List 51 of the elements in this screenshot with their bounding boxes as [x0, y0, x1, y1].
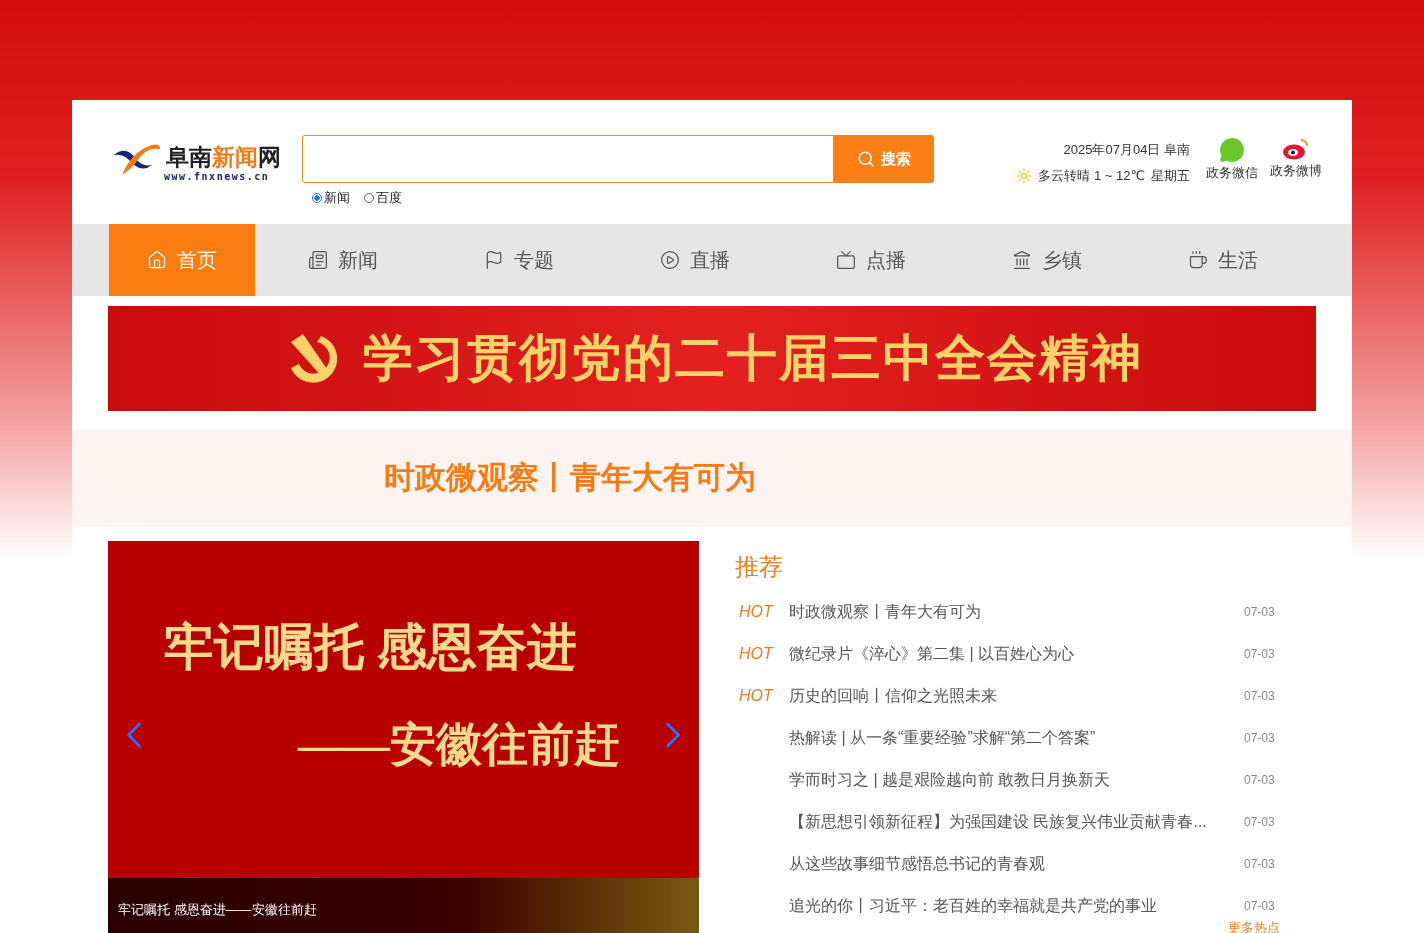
hot-label: HOT — [738, 645, 775, 663]
news-link[interactable]: 追光的你丨习近平：老百姓的幸福就是共产党的事业 — [789, 895, 1244, 917]
weekday-text: 星期五 — [1151, 167, 1190, 185]
news-date: 07-03 — [1244, 731, 1276, 745]
sun-icon — [1016, 168, 1033, 184]
nav-tab[interactable]: 乡镇 — [959, 224, 1135, 296]
news-link[interactable]: 历史的回响丨信仰之光照未来 — [789, 685, 1244, 707]
search-field[interactable] — [302, 135, 834, 183]
social-link[interactable]: 政务微博 — [1270, 137, 1322, 182]
play-icon — [660, 250, 680, 270]
news-date: 07-03 — [1244, 605, 1276, 619]
hot-label: HOT — [738, 687, 775, 705]
news-date: 07-03 — [1244, 689, 1276, 703]
home-icon — [147, 250, 167, 270]
flag-icon — [484, 250, 504, 270]
weather-text: 多云转晴 1 ~ 12℃ — [1038, 167, 1145, 185]
news-link[interactable]: 从这些故事细节感悟总书记的青春观 — [789, 853, 1244, 875]
date-location: 2025年07月04日 阜南 — [1063, 141, 1190, 159]
site-logo-text: 阜南新闻网 — [166, 142, 281, 172]
newspaper-icon — [308, 250, 328, 270]
slide-title-line: 牢记嘱托 感恩奋进 — [164, 618, 577, 677]
hot-label: HOT — [738, 603, 775, 621]
news-link[interactable]: 时政微观察丨青年大有可为 — [789, 601, 1244, 623]
news-link[interactable]: 学而时习之 | 越是艰险越向前 敢教日月换新天 — [789, 769, 1244, 791]
news-link[interactable]: 微纪录片《淬心》第二集 | 以百姓心为心 — [789, 643, 1244, 665]
cup-icon — [1188, 250, 1208, 270]
news-date: 07-03 — [1244, 857, 1276, 871]
slide-caption: 牢记嘱托 感恩奋进——安徽往前赶 — [118, 900, 317, 919]
nav-tab[interactable]: 专题 — [431, 224, 607, 296]
news-link[interactable]: 【新思想引领新征程】为强国建设 民族复兴伟业贡献青春... — [789, 811, 1244, 833]
headline-text: 时政微观察丨青年大有可为 — [384, 459, 756, 497]
nav-tab[interactable]: 新闻 — [255, 224, 431, 296]
news-date: 07-03 — [1244, 773, 1276, 787]
news-date: 07-03 — [1244, 899, 1276, 913]
chat-bubbles-icon — [1219, 137, 1245, 163]
news-date: 07-03 — [1244, 647, 1276, 661]
search-source-radio[interactable]: 百度 — [364, 189, 402, 207]
building-icon — [1012, 250, 1032, 270]
search-icon — [857, 150, 875, 168]
search-source-radio[interactable]: 新闻 — [312, 189, 350, 207]
social-link[interactable]: 政务微信 — [1206, 137, 1258, 182]
slide-title-line: ——安徽往前赶 — [298, 718, 620, 772]
site-url: www.fnxnews.cn — [164, 171, 271, 182]
section-title: 推荐 — [735, 552, 784, 582]
news-date: 07-03 — [1244, 815, 1276, 829]
tv-icon — [836, 250, 856, 270]
nav-tab[interactable]: 直播 — [607, 224, 783, 296]
nav-tab[interactable]: 生活 — [1135, 224, 1311, 296]
news-link[interactable]: 热解读 | 从一条“重要经验”求解“第二个答案” — [789, 727, 1244, 749]
nav-tab[interactable]: 点播 — [783, 224, 959, 296]
banner-slogan: 学习贯彻党的二十届三中全会精神 — [363, 329, 1143, 388]
